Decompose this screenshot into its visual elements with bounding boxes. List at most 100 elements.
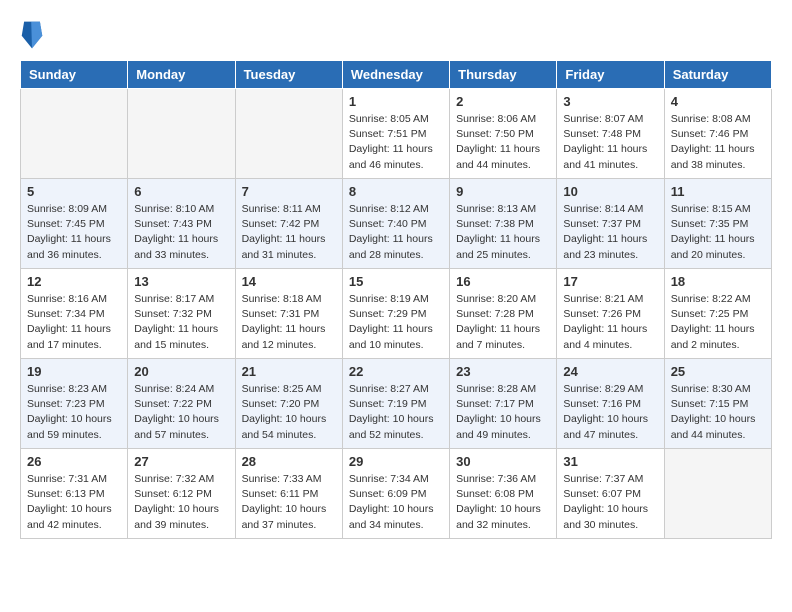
calendar-header-row: SundayMondayTuesdayWednesdayThursdayFrid… [21, 61, 772, 89]
day-info: Sunrise: 8:18 AMSunset: 7:31 PMDaylight:… [242, 292, 336, 353]
day-number: 26 [27, 454, 121, 469]
calendar-week-row: 12 Sunrise: 8:16 AMSunset: 7:34 PMDayligh… [21, 269, 772, 359]
day-info: Sunrise: 7:34 AMSunset: 6:09 PMDaylight:… [349, 472, 443, 533]
day-number: 29 [349, 454, 443, 469]
day-info: Sunrise: 8:24 AMSunset: 7:22 PMDaylight:… [134, 382, 228, 443]
calendar-cell: 24 Sunrise: 8:29 AMSunset: 7:16 PMDayligh… [557, 359, 664, 449]
calendar-cell: 26 Sunrise: 7:31 AMSunset: 6:13 PMDayligh… [21, 449, 128, 539]
calendar-week-row: 5Sunrise: 8:09 AMSunset: 7:45 PMDaylight… [21, 179, 772, 269]
column-header-sunday: Sunday [21, 61, 128, 89]
calendar-cell: 17 Sunrise: 8:21 AMSunset: 7:26 PMDayligh… [557, 269, 664, 359]
day-info: Sunrise: 8:14 AMSunset: 7:37 PMDaylight:… [563, 202, 657, 263]
calendar-cell: 21Sunrise: 8:25 AMSunset: 7:20 PMDayligh… [235, 359, 342, 449]
column-header-saturday: Saturday [664, 61, 771, 89]
logo [20, 20, 48, 50]
day-info: Sunrise: 8:12 AMSunset: 7:40 PMDaylight:… [349, 202, 443, 263]
day-info: Sunrise: 7:31 AMSunset: 6:13 PMDaylight:… [27, 472, 121, 533]
day-number: 20 [134, 364, 228, 379]
calendar-cell: 3 Sunrise: 8:07 AMSunset: 7:48 PMDaylight… [557, 89, 664, 179]
day-info: Sunrise: 8:23 AMSunset: 7:23 PMDaylight:… [27, 382, 121, 443]
calendar-table: SundayMondayTuesdayWednesdayThursdayFrid… [20, 60, 772, 539]
calendar-cell: 7 Sunrise: 8:11 AMSunset: 7:42 PMDaylight… [235, 179, 342, 269]
calendar-cell: 1Sunrise: 8:05 AMSunset: 7:51 PMDaylight… [342, 89, 449, 179]
day-number: 1 [349, 94, 443, 109]
calendar-cell: 28Sunrise: 7:33 AMSunset: 6:11 PMDayligh… [235, 449, 342, 539]
calendar-cell: 4 Sunrise: 8:08 AMSunset: 7:46 PMDaylight… [664, 89, 771, 179]
day-info: Sunrise: 8:21 AMSunset: 7:26 PMDaylight:… [563, 292, 657, 353]
day-info: Sunrise: 8:13 AMSunset: 7:38 PMDaylight:… [456, 202, 550, 263]
day-info: Sunrise: 8:30 AMSunset: 7:15 PMDaylight:… [671, 382, 765, 443]
calendar-cell: 14 Sunrise: 8:18 AMSunset: 7:31 PMDayligh… [235, 269, 342, 359]
day-number: 3 [563, 94, 657, 109]
day-info: Sunrise: 8:28 AMSunset: 7:17 PMDaylight:… [456, 382, 550, 443]
calendar-cell [664, 449, 771, 539]
calendar-cell: 22 Sunrise: 8:27 AMSunset: 7:19 PMDayligh… [342, 359, 449, 449]
day-info: Sunrise: 8:16 AMSunset: 7:34 PMDaylight:… [27, 292, 121, 353]
calendar-cell [235, 89, 342, 179]
day-number: 19 [27, 364, 121, 379]
day-number: 22 [349, 364, 443, 379]
day-info: Sunrise: 8:19 AMSunset: 7:29 PMDaylight:… [349, 292, 443, 353]
day-number: 7 [242, 184, 336, 199]
calendar-week-row: 19 Sunrise: 8:23 AMSunset: 7:23 PMDayligh… [21, 359, 772, 449]
calendar-cell: 8 Sunrise: 8:12 AMSunset: 7:40 PMDaylight… [342, 179, 449, 269]
day-info: Sunrise: 8:15 AMSunset: 7:35 PMDaylight:… [671, 202, 765, 263]
day-number: 31 [563, 454, 657, 469]
day-info: Sunrise: 8:11 AMSunset: 7:42 PMDaylight:… [242, 202, 336, 263]
calendar-cell: 12 Sunrise: 8:16 AMSunset: 7:34 PMDayligh… [21, 269, 128, 359]
day-number: 8 [349, 184, 443, 199]
day-number: 25 [671, 364, 765, 379]
day-number: 2 [456, 94, 550, 109]
day-info: Sunrise: 8:10 AMSunset: 7:43 PMDaylight:… [134, 202, 228, 263]
calendar-week-row: 26 Sunrise: 7:31 AMSunset: 6:13 PMDayligh… [21, 449, 772, 539]
day-info: Sunrise: 7:33 AMSunset: 6:11 PMDaylight:… [242, 472, 336, 533]
day-number: 16 [456, 274, 550, 289]
calendar-cell: 25 Sunrise: 8:30 AMSunset: 7:15 PMDayligh… [664, 359, 771, 449]
day-number: 15 [349, 274, 443, 289]
day-info: Sunrise: 8:20 AMSunset: 7:28 PMDaylight:… [456, 292, 550, 353]
calendar-cell [128, 89, 235, 179]
day-number: 30 [456, 454, 550, 469]
page-header [20, 20, 772, 50]
day-number: 10 [563, 184, 657, 199]
calendar-cell: 19 Sunrise: 8:23 AMSunset: 7:23 PMDayligh… [21, 359, 128, 449]
day-number: 24 [563, 364, 657, 379]
day-number: 13 [134, 274, 228, 289]
calendar-cell: 2 Sunrise: 8:06 AMSunset: 7:50 PMDaylight… [450, 89, 557, 179]
day-info: Sunrise: 8:06 AMSunset: 7:50 PMDaylight:… [456, 112, 550, 173]
day-info: Sunrise: 7:32 AMSunset: 6:12 PMDaylight:… [134, 472, 228, 533]
column-header-tuesday: Tuesday [235, 61, 342, 89]
calendar-cell [21, 89, 128, 179]
calendar-cell: 6 Sunrise: 8:10 AMSunset: 7:43 PMDaylight… [128, 179, 235, 269]
day-info: Sunrise: 8:08 AMSunset: 7:46 PMDaylight:… [671, 112, 765, 173]
day-info: Sunrise: 8:07 AMSunset: 7:48 PMDaylight:… [563, 112, 657, 173]
calendar-cell: 18 Sunrise: 8:22 AMSunset: 7:25 PMDayligh… [664, 269, 771, 359]
calendar-cell: 5Sunrise: 8:09 AMSunset: 7:45 PMDaylight… [21, 179, 128, 269]
calendar-cell: 10 Sunrise: 8:14 AMSunset: 7:37 PMDayligh… [557, 179, 664, 269]
day-number: 17 [563, 274, 657, 289]
column-header-wednesday: Wednesday [342, 61, 449, 89]
day-number: 12 [27, 274, 121, 289]
day-number: 18 [671, 274, 765, 289]
calendar-cell: 15 Sunrise: 8:19 AMSunset: 7:29 PMDayligh… [342, 269, 449, 359]
day-info: Sunrise: 8:22 AMSunset: 7:25 PMDaylight:… [671, 292, 765, 353]
day-info: Sunrise: 8:27 AMSunset: 7:19 PMDaylight:… [349, 382, 443, 443]
calendar-cell: 9 Sunrise: 8:13 AMSunset: 7:38 PMDaylight… [450, 179, 557, 269]
day-number: 4 [671, 94, 765, 109]
column-header-friday: Friday [557, 61, 664, 89]
day-number: 23 [456, 364, 550, 379]
calendar-cell: 20 Sunrise: 8:24 AMSunset: 7:22 PMDayligh… [128, 359, 235, 449]
column-header-monday: Monday [128, 61, 235, 89]
day-number: 14 [242, 274, 336, 289]
day-info: Sunrise: 8:29 AMSunset: 7:16 PMDaylight:… [563, 382, 657, 443]
day-number: 6 [134, 184, 228, 199]
calendar-cell: 29 Sunrise: 7:34 AMSunset: 6:09 PMDayligh… [342, 449, 449, 539]
logo-icon [20, 20, 44, 50]
calendar-cell: 30 Sunrise: 7:36 AMSunset: 6:08 PMDayligh… [450, 449, 557, 539]
calendar-week-row: 1Sunrise: 8:05 AMSunset: 7:51 PMDaylight… [21, 89, 772, 179]
day-info: Sunrise: 7:36 AMSunset: 6:08 PMDaylight:… [456, 472, 550, 533]
calendar-cell: 23 Sunrise: 8:28 AMSunset: 7:17 PMDayligh… [450, 359, 557, 449]
day-number: 9 [456, 184, 550, 199]
calendar-cell: 11Sunrise: 8:15 AMSunset: 7:35 PMDayligh… [664, 179, 771, 269]
calendar-cell: 16 Sunrise: 8:20 AMSunset: 7:28 PMDayligh… [450, 269, 557, 359]
